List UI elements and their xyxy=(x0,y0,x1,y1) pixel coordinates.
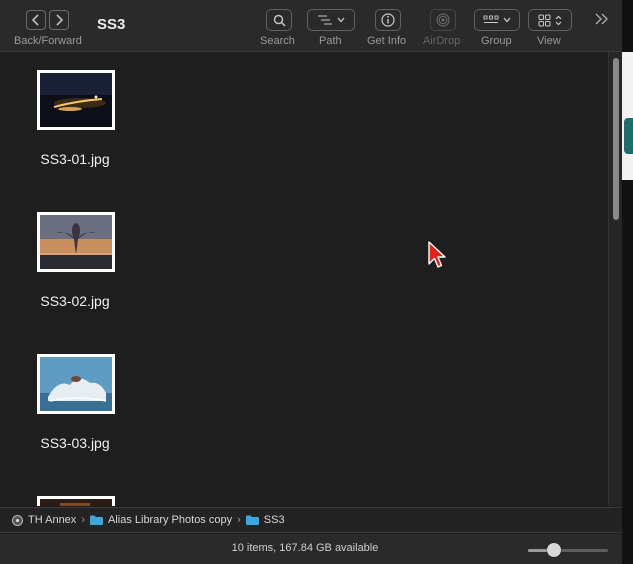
path-list-icon xyxy=(318,15,332,25)
view-button[interactable] xyxy=(528,9,572,31)
image-thumbnail[interactable] xyxy=(37,212,115,272)
airdrop-button[interactable] xyxy=(430,9,456,31)
vertical-scrollbar[interactable] xyxy=(608,52,622,506)
group-button[interactable] xyxy=(474,9,520,31)
photo-night-lights-icon xyxy=(40,73,112,127)
scrollbar-thumb[interactable] xyxy=(613,58,619,220)
group-label: Group xyxy=(481,35,512,47)
back-forward-label: Back/Forward xyxy=(14,35,82,47)
search-icon xyxy=(273,14,286,27)
path-bar: TH Annex › Alias Library Photos copy › S… xyxy=(0,507,622,533)
search-label: Search xyxy=(260,35,295,47)
path-crumb-label: SS3 xyxy=(263,514,285,526)
status-text: 10 items, 167.84 GB available xyxy=(231,542,379,554)
background-window-badge xyxy=(624,118,633,154)
mouse-pointer-icon xyxy=(428,241,446,268)
view-label: View xyxy=(537,35,561,47)
image-thumbnail[interactable] xyxy=(37,496,115,506)
view-icons-icon xyxy=(538,14,551,26)
more-toolbar-chevrons-icon[interactable] xyxy=(594,12,610,26)
toolbar: Back/Forward SS3 Search Path Get Info Ai… xyxy=(0,0,622,52)
chevron-down-icon xyxy=(337,17,345,23)
search-button[interactable] xyxy=(266,9,292,31)
photo-ocean-wave-icon xyxy=(40,357,112,411)
file-name: SS3-03.jpg xyxy=(40,435,110,451)
path-crumb-label: TH Annex xyxy=(28,514,77,526)
status-bar: 10 items, 167.84 GB available xyxy=(0,534,622,564)
external-disk-icon xyxy=(12,514,23,526)
folder-icon xyxy=(89,515,103,525)
get-info-button[interactable] xyxy=(375,9,401,31)
path-button[interactable] xyxy=(307,9,355,31)
file-name: SS3-01.jpg xyxy=(40,151,110,167)
window-title: SS3 xyxy=(97,16,126,33)
file-icon-view[interactable]: SS3-01.jpg SS3-02.jpg SS3-03.jpg xyxy=(0,52,608,506)
path-crumb-folder[interactable]: Alias Library Photos copy xyxy=(89,514,233,526)
path-label: Path xyxy=(319,35,342,47)
image-thumbnail[interactable] xyxy=(37,70,115,130)
chevron-right-icon xyxy=(56,14,64,26)
photo-sunset-tree-icon xyxy=(40,215,112,269)
path-crumb-folder[interactable]: SS3 xyxy=(245,514,285,526)
chevron-left-icon xyxy=(31,14,39,26)
path-separator: › xyxy=(237,514,241,526)
path-crumb-label: Alias Library Photos copy xyxy=(107,514,233,526)
chevron-down-icon xyxy=(503,17,511,23)
photo-partial-icon xyxy=(40,499,112,506)
image-thumbnail[interactable] xyxy=(37,354,115,414)
info-icon xyxy=(381,13,395,27)
forward-button[interactable] xyxy=(49,10,69,30)
group-grid-icon xyxy=(483,15,499,23)
icon-size-slider[interactable] xyxy=(528,543,608,557)
slider-knob[interactable] xyxy=(547,543,562,557)
airdrop-label: AirDrop xyxy=(423,35,461,47)
airdrop-icon xyxy=(436,13,450,27)
up-down-chevron-icon xyxy=(555,15,562,25)
get-info-label: Get Info xyxy=(367,35,407,47)
finder-window: Back/Forward SS3 Search Path Get Info Ai… xyxy=(0,0,622,564)
back-forward-group xyxy=(26,10,69,30)
background-window-dark-area xyxy=(622,182,633,562)
file-name: SS3-02.jpg xyxy=(40,293,110,309)
path-separator: › xyxy=(81,514,85,526)
back-button[interactable] xyxy=(26,10,46,30)
background-window xyxy=(622,0,633,564)
folder-icon xyxy=(245,515,259,525)
background-window-content xyxy=(622,52,633,180)
path-crumb-disk[interactable]: TH Annex xyxy=(12,514,76,526)
